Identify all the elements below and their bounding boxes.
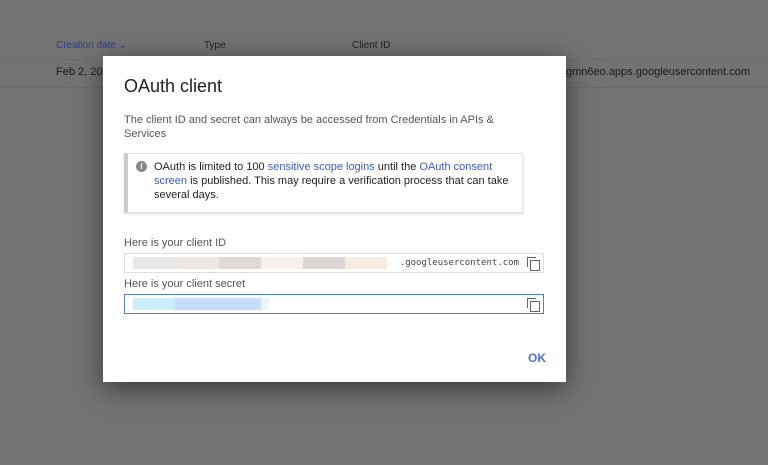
copy-icon[interactable] <box>527 298 540 312</box>
redacted-text <box>303 257 345 269</box>
info-icon: i <box>136 161 147 172</box>
dialog-title: OAuth client <box>124 76 223 96</box>
column-header-type[interactable]: Type <box>204 40 226 51</box>
info-text: OAuth is limited to 100 sensitive scope … <box>154 160 519 202</box>
row-client-id: gmn6eo.apps.googleusercontent.com <box>566 66 751 78</box>
redacted-text <box>133 257 177 269</box>
info-text-part: OAuth is limited to 100 <box>154 161 268 173</box>
copy-icon[interactable] <box>527 257 540 271</box>
ok-button[interactable]: OK <box>528 351 546 365</box>
info-text-part: is published. This may require a verific… <box>154 175 509 201</box>
dialog-description: The client ID and secret can always be a… <box>124 114 494 140</box>
chevron-down-icon: ⌄ <box>118 40 128 51</box>
info-banner: i OAuth is limited to 100 sensitive scop… <box>124 153 523 213</box>
client-id-label: Here is your client ID <box>124 237 227 249</box>
header-label: Creation date <box>56 40 117 51</box>
sensitive-scope-logins-link[interactable]: sensitive scope logins <box>268 161 375 173</box>
client-secret-label: Here is your client secret <box>124 278 246 290</box>
client-id-suffix: .googleusercontent.com <box>399 258 519 268</box>
redacted-text <box>133 298 175 310</box>
redacted-text <box>261 257 303 269</box>
redacted-text <box>177 257 219 269</box>
client-id-field[interactable]: .googleusercontent.com <box>124 253 544 273</box>
client-secret-field[interactable] <box>124 294 544 314</box>
redacted-text <box>219 257 261 269</box>
row-date: Feb 2, 201 <box>56 66 109 78</box>
info-text-part: until the <box>374 161 420 173</box>
oauth-client-dialog: OAuth client The client ID and secret ca… <box>103 56 566 382</box>
column-header-creation-date[interactable]: Creation date ⌄ <box>56 40 127 51</box>
redacted-text <box>261 298 269 310</box>
redacted-text <box>345 257 387 269</box>
column-header-client-id[interactable]: Client ID <box>352 40 390 51</box>
redacted-text <box>175 298 261 310</box>
